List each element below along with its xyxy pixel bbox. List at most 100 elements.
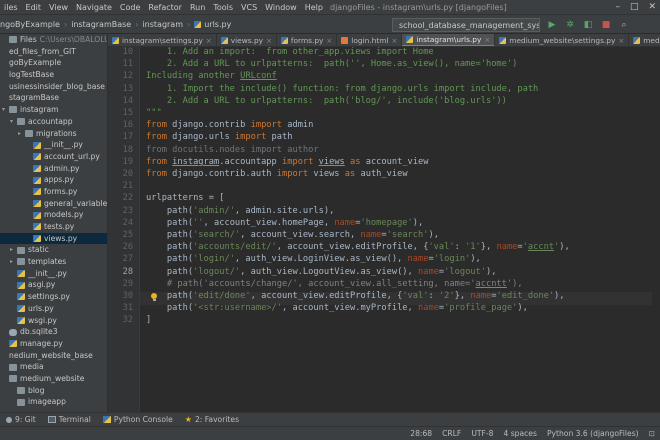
maximize-button[interactable]: □: [630, 0, 639, 14]
close-tab-icon[interactable]: ×: [618, 37, 624, 45]
editor-tab[interactable]: views.py ×: [217, 34, 277, 46]
chevron-down-icon[interactable]: ▾: [10, 116, 17, 128]
favorites-tool-button[interactable]: ★ 2: Favorites: [179, 415, 245, 424]
file-encoding[interactable]: UTF-8: [466, 429, 498, 438]
project-tree-item[interactable]: ▸ static: [0, 244, 107, 256]
chevron-right-icon[interactable]: ▸: [10, 256, 17, 268]
project-tree-item[interactable]: db.sqlite3: [0, 326, 107, 338]
project-tree-item[interactable]: apps.py: [0, 174, 107, 186]
editor-tab[interactable]: forms.py ×: [277, 34, 338, 46]
python-console-tool-button[interactable]: Python Console: [97, 415, 179, 424]
menu-navigate[interactable]: Navigate: [72, 3, 116, 12]
project-tree-label: usinessinsider_blog_base: [9, 81, 105, 91]
breadcrumb-item[interactable]: instagramBase: [71, 20, 131, 29]
python-interpreter[interactable]: Python 3.6 (djangoFiles): [542, 429, 644, 438]
project-tree-label: ed_files_from_GIT: [9, 46, 76, 56]
project-tree-item[interactable]: forms.py: [0, 186, 107, 198]
editor-tab-label: views.py: [230, 36, 264, 45]
stop-icon[interactable]: ■: [600, 18, 612, 32]
project-tree-item[interactable]: imageapp: [0, 396, 107, 408]
close-tab-icon[interactable]: ×: [326, 37, 332, 45]
project-tree-item[interactable]: ▸ migrations: [0, 128, 107, 140]
menu-file[interactable]: iles: [0, 3, 22, 12]
line-number: 28: [122, 266, 133, 277]
menu-code[interactable]: Code: [116, 3, 144, 12]
search-everywhere-icon[interactable]: ⌕: [618, 18, 630, 32]
menu-run[interactable]: Run: [186, 3, 209, 12]
editor-tab[interactable]: instagram\urls.py ×: [402, 34, 496, 46]
close-tab-icon[interactable]: ×: [206, 37, 212, 45]
code-editor[interactable]: 10 11 12 13 14 15 16 17 18 19 20 21 22 23 24 25 26 27 28 29…: [108, 47, 660, 412]
editor-tab[interactable]: medium_website\urls.py×: [629, 34, 660, 46]
project-tree-item[interactable]: ed_files_from_GIT: [0, 46, 107, 58]
project-tree-item[interactable]: asgi.py: [0, 279, 107, 291]
project-tree-item[interactable]: media: [0, 361, 107, 373]
project-tree-item[interactable]: FilesC:\Users\OBALOLUWA\PyCh: [0, 34, 107, 46]
project-tree-item[interactable]: logTestBase: [0, 69, 107, 81]
chevron-down-icon[interactable]: ▾: [2, 104, 9, 116]
chevron-right-icon[interactable]: ▸: [18, 128, 25, 140]
project-tree-label: blog: [28, 385, 45, 395]
coverage-icon[interactable]: ◧: [582, 18, 594, 32]
breadcrumb-item[interactable]: instagram: [142, 20, 183, 29]
project-tree-item[interactable]: wsgi.py: [0, 315, 107, 327]
debug-icon[interactable]: ✲: [564, 18, 576, 32]
project-tree-item[interactable]: general_variables.py: [0, 198, 107, 210]
breadcrumb-item-current[interactable]: urls.py: [204, 20, 231, 29]
line-number: 22: [122, 193, 133, 204]
editor-tab[interactable]: instagram\settings.py ×: [108, 34, 217, 46]
python-file-icon: [33, 164, 41, 172]
line-separator[interactable]: CRLF: [437, 429, 466, 438]
run-configuration-select[interactable]: school_database_management_system (1) ▾: [392, 18, 540, 32]
project-tree-item[interactable]: models.py: [0, 209, 107, 221]
project-tree-item[interactable]: manage.py: [0, 338, 107, 350]
project-tree-item[interactable]: goByExample: [0, 57, 107, 69]
menu-view[interactable]: View: [45, 3, 72, 12]
project-tree-item[interactable]: ▸ templates: [0, 256, 107, 268]
editor-tab[interactable]: login.html ×: [337, 34, 403, 46]
menu-edit[interactable]: Edit: [22, 3, 46, 12]
lock-icon[interactable]: ⊡: [644, 429, 660, 438]
close-tab-icon[interactable]: ×: [391, 37, 397, 45]
chevron-right-icon[interactable]: ▸: [10, 244, 17, 256]
close-window-button[interactable]: ✕: [648, 0, 656, 14]
git-tool-button[interactable]: 9: Git: [0, 415, 42, 424]
breadcrumb-separator-icon: ›: [187, 19, 191, 29]
menu-help[interactable]: Help: [301, 3, 327, 12]
breadcrumb-item[interactable]: ngoByExample: [0, 20, 60, 29]
project-tree-item[interactable]: views.py: [0, 232, 107, 245]
project-tree-item[interactable]: __init__.py: [0, 268, 107, 280]
project-tree-item[interactable]: stagramBase: [0, 92, 107, 104]
menu-tools[interactable]: Tools: [209, 3, 237, 12]
project-tree-label: nedium_website_base: [9, 350, 93, 360]
indent-setting[interactable]: 4 spaces: [498, 429, 541, 438]
project-tree-label: tests.py: [44, 222, 75, 231]
project-tree-item[interactable]: ▾ accountapp: [0, 116, 107, 128]
vertical-scrollbar[interactable]: [652, 47, 660, 412]
editor-tab-label: instagram\settings.py: [122, 36, 203, 45]
line-number: 19: [122, 156, 133, 167]
code-line: 2. Add a URL to urlpatterns: path('blog/…: [146, 95, 507, 106]
project-tree-item[interactable]: blog: [0, 385, 107, 397]
run-icon[interactable]: ▶: [546, 18, 558, 32]
project-tree-item[interactable]: usinessinsider_blog_base: [0, 81, 107, 93]
menu-refactor[interactable]: Refactor: [144, 3, 186, 12]
project-tree-item[interactable]: admin.py: [0, 163, 107, 175]
project-tree-item[interactable]: __init__.py: [0, 139, 107, 151]
minimize-button[interactable]: –: [615, 0, 620, 14]
project-tree-item[interactable]: medium_website: [0, 373, 107, 385]
caret-position[interactable]: 28:68: [405, 429, 437, 438]
project-tree-item[interactable]: urls.py: [0, 303, 107, 315]
project-tree-item[interactable]: account_url.py: [0, 151, 107, 163]
terminal-tool-button[interactable]: Terminal: [42, 415, 97, 424]
editor-tab-label: forms.py: [290, 36, 324, 45]
project-tree-item[interactable]: ▾ instagram: [0, 104, 107, 116]
menu-window[interactable]: Window: [261, 3, 301, 12]
editor-tab[interactable]: medium_website\settings.py ×: [495, 34, 630, 46]
close-tab-icon[interactable]: ×: [266, 37, 272, 45]
close-tab-icon[interactable]: ×: [484, 36, 490, 44]
project-tree-item[interactable]: settings.py: [0, 291, 107, 303]
menu-vcs[interactable]: VCS: [237, 3, 261, 12]
project-tree-item[interactable]: tests.py: [0, 221, 107, 233]
project-tree-item[interactable]: nedium_website_base: [0, 350, 107, 362]
